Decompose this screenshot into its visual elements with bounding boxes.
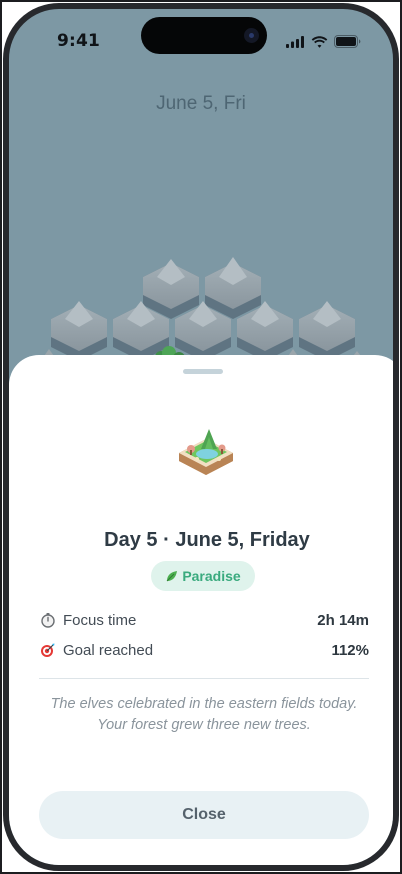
dynamic-island: [141, 17, 267, 54]
stopwatch-icon: [39, 611, 57, 629]
stat-row-focus-time: Focus time 2h 14m: [39, 609, 369, 631]
leaf-icon: [166, 570, 178, 581]
battery-icon: [334, 35, 361, 48]
day-detail-sheet: Day 5 · June 5, Friday Paradise Focus ti…: [9, 355, 393, 865]
paradise-tile-icon: [179, 429, 233, 475]
status-bar: 9:41: [9, 9, 393, 69]
status-icons: [286, 35, 361, 48]
stat-row-goal-reached: Goal reached 112%: [39, 639, 369, 661]
rock-tile: [143, 259, 199, 319]
sheet-title: Day 5 · June 5, Friday: [104, 529, 310, 551]
target-icon: [39, 641, 57, 659]
wifi-icon: [311, 35, 328, 48]
stat-value: 112%: [331, 641, 369, 659]
sheet-grabber[interactable]: [183, 369, 223, 374]
cellular-signal-icon: [286, 35, 304, 48]
status-badge: Paradise: [151, 561, 255, 591]
date-heading: June 5, Fri: [156, 93, 246, 114]
rock-tile: [299, 301, 355, 361]
screen: 9:41 June 5, Fri Day 5 · June 5, Friday …: [3, 3, 399, 871]
rock-tile: [51, 301, 107, 361]
day-note: The elves celebrated in the eastern fiel…: [50, 696, 358, 733]
status-time: 9:41: [57, 31, 101, 51]
divider: [39, 678, 369, 679]
stat-label: Goal reached: [63, 641, 154, 659]
stat-label: Focus time: [63, 611, 137, 629]
close-button[interactable]: Close: [39, 791, 369, 839]
camera-icon: [244, 28, 259, 43]
badge-label: Paradise: [182, 568, 241, 584]
rock-tile: [205, 257, 261, 319]
device-frame: 9:41 June 5, Fri Day 5 · June 5, Friday …: [0, 0, 402, 874]
stat-value: 2h 14m: [317, 611, 369, 629]
